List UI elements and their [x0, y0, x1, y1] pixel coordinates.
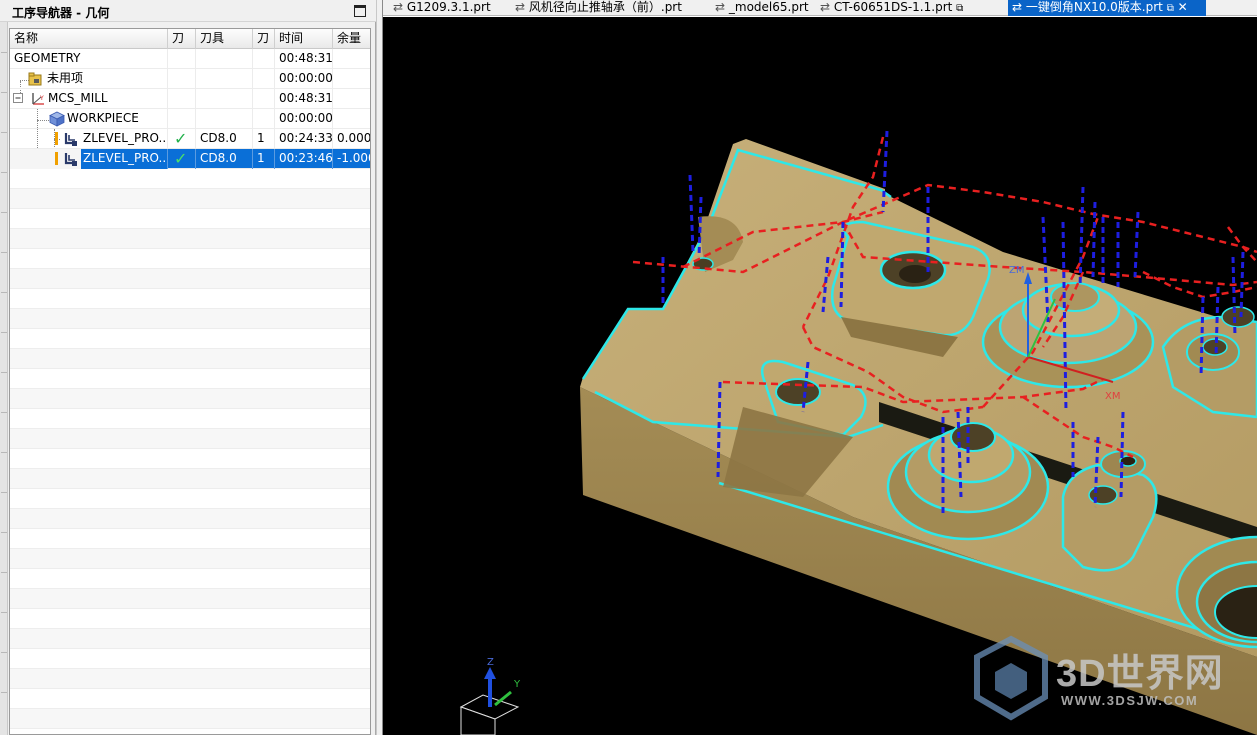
operation-tree: 名称 刀 刀具 刀 时间 余量 GEOMETRY 00:48:31 未用项 00… — [9, 28, 371, 735]
tab-sync-icon: ⇄ — [1012, 0, 1026, 14]
maximize-icon[interactable] — [354, 5, 366, 17]
tab-g1209[interactable]: ⇄ G1209.3.1.prt — [389, 0, 511, 16]
row-tool: CD8.0 — [196, 129, 253, 149]
workpiece-cube-icon — [49, 111, 65, 127]
col-toolpath-header[interactable]: 刀 — [168, 29, 196, 49]
row-time: 00:23:46 — [275, 149, 333, 169]
tab-label: 一键倒角NX10.0版本.prt — [1025, 0, 1163, 14]
row-time: 00:24:33 — [275, 129, 333, 149]
tab-ct60651[interactable]: ⇄ CT-60651DS-1.1.prt ⧉ — [816, 0, 1008, 16]
tab-label: 风机径向止推轴承（前）.prt — [528, 0, 682, 14]
zlevel-operation-icon — [64, 133, 77, 146]
row-time: 00:48:31 — [275, 89, 333, 109]
tab-sync-icon: ⇄ — [393, 0, 407, 14]
row-stock: -1.000 — [337, 151, 370, 165]
graphics-viewport[interactable]: ZM XM Z Y 3D世界网 WWW.3DSJW.COM — [383, 17, 1257, 735]
tree-header: 名称 刀 刀具 刀 时间 余量 — [10, 29, 370, 49]
zm-axis-label: ZM — [1009, 265, 1024, 276]
tab-model65[interactable]: ⇄ _model65.prt — [711, 0, 816, 16]
tab-sync-icon: ⇄ — [515, 0, 529, 14]
col-time-header[interactable]: 时间 — [275, 29, 333, 49]
row-name: MCS_MILL — [48, 91, 108, 105]
row-name: ZLEVEL_PRO... — [83, 131, 168, 145]
col-name-header[interactable]: 名称 — [10, 29, 168, 49]
watermark-brand: 3D世界网 — [1056, 653, 1224, 695]
tab-close-icon[interactable]: ✕ — [1178, 0, 1188, 14]
tree-row-workpiece[interactable]: WORKPIECE 00:00:00 — [10, 109, 370, 129]
z-axis-label: Z — [487, 657, 494, 668]
row-name: ZLEVEL_PRO... — [81, 149, 167, 169]
row-tool-number: 1 — [253, 129, 275, 149]
collapse-minus-icon[interactable] — [13, 93, 24, 104]
document-tab-bar: ⇄ G1209.3.1.prt ⇄ 风机径向止推轴承（前）.prt ⇄ _mod… — [383, 0, 1257, 16]
svg-text:Y: Y — [39, 95, 44, 102]
tree-row-zlevel-profile-1[interactable]: ZLEVEL_PRO... ✓ CD8.0 1 00:24:33 0.0000 — [10, 129, 371, 149]
row-name: GEOMETRY — [14, 51, 81, 65]
col-tool-number-header[interactable]: 刀 — [253, 29, 275, 49]
col-stock-header[interactable]: 余量 — [333, 29, 370, 49]
mcs-coordinate-icon: Y — [32, 93, 44, 105]
zlevel-operation-icon — [64, 153, 77, 166]
y-axis-label: Y — [513, 679, 521, 690]
row-time: 00:00:00 — [275, 109, 333, 129]
row-time: 00:48:31 — [275, 49, 333, 69]
row-tool-number: 1 — [253, 149, 275, 169]
resource-bar-strip[interactable] — [0, 22, 8, 735]
operation-navigator-panel: 工序导航器 - 几何 名称 刀 刀具 刀 时间 余量 GEOMETRY 00:4… — [0, 0, 376, 735]
tab-label: CT-60651DS-1.1.prt — [833, 0, 953, 14]
tab-popout-icon[interactable]: ⧉ — [1167, 3, 1174, 14]
tree-row-unused-items[interactable]: 未用项 00:00:00 — [10, 69, 370, 89]
warning-marker-icon — [55, 152, 58, 165]
col-tool-header[interactable]: 刀具 — [196, 29, 253, 49]
navigator-titlebar: 工序导航器 - 几何 — [0, 0, 376, 22]
tab-chamfer-nx10[interactable]: ⇄ 一键倒角NX10.0版本.prt ⧉ ✕ — [1008, 0, 1206, 16]
xm-axis-label: XM — [1105, 391, 1120, 402]
view-triad[interactable]: Z Y — [459, 657, 521, 735]
row-name: WORKPIECE — [67, 111, 139, 125]
watermark-logo — [974, 635, 1048, 721]
toolpath-status-check-icon: ✓ — [168, 149, 196, 169]
row-time: 00:00:00 — [275, 69, 333, 89]
tab-sync-icon: ⇄ — [820, 0, 834, 14]
watermark-url: WWW.3DSJW.COM — [1061, 693, 1199, 708]
tab-label: G1209.3.1.prt — [406, 0, 491, 14]
tree-row-mcs-mill[interactable]: Y MCS_MILL 00:48:31 — [10, 89, 370, 109]
part-model-render: ZM XM Z Y — [459, 130, 1257, 735]
row-stock: 0.0000 — [337, 131, 371, 145]
tree-row-zlevel-profile-2[interactable]: ZLEVEL_PRO... ✓ CD8.0 1 00:23:46 -1.000 — [10, 149, 370, 169]
row-tool: CD8.0 — [196, 149, 253, 169]
tab-fan-bearing[interactable]: ⇄ 风机径向止推轴承（前）.prt — [511, 0, 711, 16]
panel-splitter[interactable] — [376, 0, 383, 735]
navigator-title: 工序导航器 - 几何 — [12, 6, 110, 20]
folder-unused-icon — [28, 72, 42, 86]
warning-marker-icon — [55, 132, 58, 145]
tab-sync-icon: ⇄ — [715, 0, 729, 14]
tab-label: _model65.prt — [728, 0, 809, 14]
row-name: 未用项 — [47, 71, 84, 85]
toolpath-status-check-icon: ✓ — [168, 129, 196, 149]
tree-row-geometry[interactable]: GEOMETRY 00:48:31 — [10, 49, 370, 69]
tab-popout-icon[interactable]: ⧉ — [956, 3, 963, 14]
